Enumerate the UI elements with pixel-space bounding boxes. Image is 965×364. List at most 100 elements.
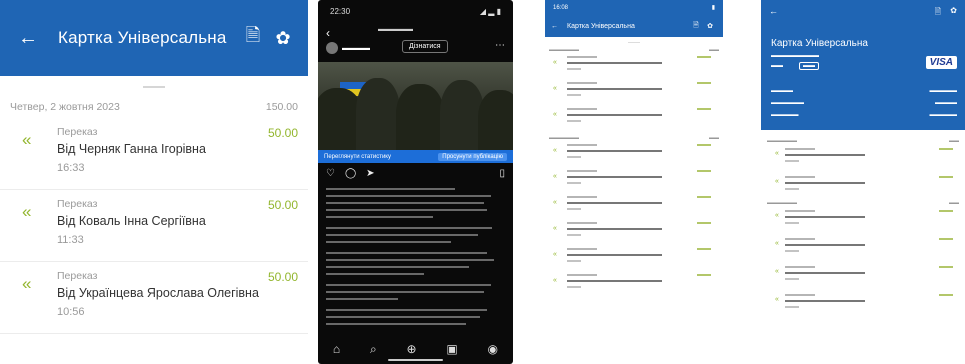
back-arrow-icon[interactable]: ← <box>551 23 567 30</box>
date-group-header: Четвер, 2 жовтня 2023 150.00 <box>0 101 308 113</box>
post-photo[interactable] <box>318 62 513 150</box>
transaction-icon: « <box>775 150 779 157</box>
transaction-row[interactable]: « <box>761 262 965 290</box>
caption-line <box>326 284 491 286</box>
bookmark-icon[interactable]: ▯ <box>499 168 505 179</box>
caption-line <box>326 316 480 318</box>
reels-icon[interactable]: ▣ <box>446 342 457 356</box>
caption-line <box>326 309 488 311</box>
caption-line <box>326 216 434 218</box>
signal-battery-icons: ◢ ▂ ▮ <box>479 6 501 16</box>
pull-handle[interactable] <box>628 42 640 43</box>
promotion-bar: Переглянути статистику Просунути публіка… <box>318 150 513 163</box>
incoming-transfer-icon: « <box>553 147 557 154</box>
comment-icon[interactable]: ◯ <box>345 168 356 179</box>
balance-row: ▬▬▬▬▬ ▬▬▬▬▬ <box>771 112 957 118</box>
statement-document-icon[interactable]: 🗎 <box>935 6 941 20</box>
transaction-row[interactable]: « <box>545 193 723 219</box>
caption-line <box>326 323 466 325</box>
caption-line <box>326 252 488 254</box>
create-post-icon[interactable]: ⊕ <box>407 342 417 356</box>
transaction-amount: 50.00 <box>267 270 298 284</box>
transaction-row[interactable]: « Переказ Від Черняк Ганна Ігорівна 16:3… <box>0 118 308 190</box>
caption-line <box>326 209 488 211</box>
header-subtitle-text: ▬▬▬▬▬ <box>378 26 413 33</box>
home-icon[interactable]: ⌂ <box>333 342 340 356</box>
statement-document-icon[interactable]: 🗎 <box>238 23 268 53</box>
transaction-row[interactable]: « <box>545 219 723 245</box>
incoming-transfer-icon: « <box>22 274 32 293</box>
transaction-type: Переказ <box>57 270 98 282</box>
more-options-icon[interactable]: ⋯ <box>495 40 505 51</box>
card-number: ▬▬▬▬▬▬▬▬ <box>771 53 819 59</box>
transaction-row[interactable]: « <box>761 206 965 234</box>
screen-social-post: 22:30 ◢ ▂ ▮ ‹ ▬▬▬▬▬ ▬▬▬▬ Дізнатися ⋯ Пер… <box>318 0 513 364</box>
transaction-icon: « <box>775 178 779 185</box>
page-title: Картка Універсальна <box>58 28 227 47</box>
post-caption <box>318 188 513 325</box>
card-name: Картка Універсальна <box>771 38 868 49</box>
settings-gear-icon[interactable]: ✿ <box>703 22 717 30</box>
balance-row: ▬▬▬▬ ▬▬▬▬▬ <box>771 88 957 94</box>
transaction-row[interactable]: « <box>545 105 723 131</box>
back-arrow-icon[interactable]: ← <box>769 6 778 16</box>
transaction-row[interactable]: « <box>761 290 965 318</box>
follow-button[interactable]: Дізнатися <box>402 40 448 53</box>
page-title: Картка Універсальна <box>567 22 635 30</box>
pull-handle[interactable] <box>143 86 165 88</box>
transaction-row[interactable]: « <box>761 144 965 172</box>
back-arrow-icon[interactable]: ← <box>18 27 58 50</box>
date-group-total: 150.00 <box>265 101 298 113</box>
incoming-transfer-icon: « <box>22 130 32 149</box>
settings-gear-icon[interactable]: ✿ <box>950 6 957 15</box>
caption-line <box>326 202 484 204</box>
caption-line <box>326 266 470 268</box>
transaction-row[interactable]: « Переказ Від Українцева Ярослава Олегів… <box>0 262 308 334</box>
profile-icon[interactable]: ◉ <box>488 342 498 356</box>
account-row[interactable]: ▬▬▬▬ <box>326 42 370 54</box>
status-bar: 16:08 ▮ <box>545 0 723 15</box>
back-chevron-icon[interactable]: ‹ <box>326 26 330 40</box>
screen-card-details: ← 🗎 ✿ Картка Універсальна ▬▬▬▬▬▬▬▬ ▬▬ ▬▬… <box>761 0 965 364</box>
transaction-amount: 50.00 <box>267 126 298 140</box>
transaction-time: 11:33 <box>57 234 84 246</box>
transaction-row[interactable]: « Переказ Від Коваль Інна Сергіївна 11:3… <box>0 190 308 262</box>
transaction-row[interactable]: « <box>545 53 723 79</box>
app-header: ← Картка Універсальна 🗎 ✿ <box>0 0 308 76</box>
transaction-row[interactable]: « <box>545 245 723 271</box>
transaction-row[interactable]: « <box>761 234 965 262</box>
transaction-row[interactable]: « <box>545 79 723 105</box>
transaction-row[interactable]: « <box>545 167 723 193</box>
incoming-transfer-icon: « <box>553 85 557 92</box>
transaction-row[interactable]: « <box>545 141 723 167</box>
balance-row[interactable]: ▬▬▬▬▬▬ ▬▬▬▬ <box>771 100 957 108</box>
incoming-transfer-icon: « <box>553 199 557 206</box>
incoming-transfer-icon: « <box>553 225 557 232</box>
transaction-time: 16:33 <box>57 162 85 174</box>
boost-post-button[interactable]: Просунути публікацію <box>438 152 507 161</box>
like-heart-icon[interactable]: ♡ <box>326 168 335 179</box>
post-actions: ♡ ◯ ➤ ▯ <box>318 163 513 183</box>
avatar[interactable] <box>326 42 338 54</box>
transaction-row[interactable]: « <box>761 172 965 200</box>
incoming-transfer-icon: « <box>775 268 779 275</box>
transaction-counterparty: Від Українцева Ярослава Олегівна <box>57 286 259 300</box>
card-toggle-button[interactable]: ▬▬ <box>799 62 819 70</box>
incoming-transfer-icon: « <box>22 202 32 221</box>
share-send-icon[interactable]: ➤ <box>366 168 374 179</box>
transaction-row[interactable]: « <box>545 271 723 297</box>
caption-line <box>326 234 479 236</box>
caption-line <box>326 298 398 300</box>
view-insights-link[interactable]: Переглянути статистику <box>324 154 391 160</box>
caption-line <box>326 227 493 229</box>
date-group-label: Четвер, 2 жовтня 2023 <box>10 101 120 113</box>
incoming-transfer-icon: « <box>775 240 779 247</box>
settings-gear-icon[interactable]: ✿ <box>268 28 298 49</box>
search-icon[interactable]: ⌕ <box>370 342 377 357</box>
incoming-transfer-icon: « <box>553 59 557 66</box>
caption-line <box>326 291 484 293</box>
app-header: ← Картка Універсальна 🗎 ✿ <box>545 15 723 37</box>
incoming-transfer-icon: « <box>553 277 557 284</box>
incoming-transfer-icon: « <box>553 111 557 118</box>
statement-document-icon[interactable]: 🗎 <box>689 21 703 32</box>
